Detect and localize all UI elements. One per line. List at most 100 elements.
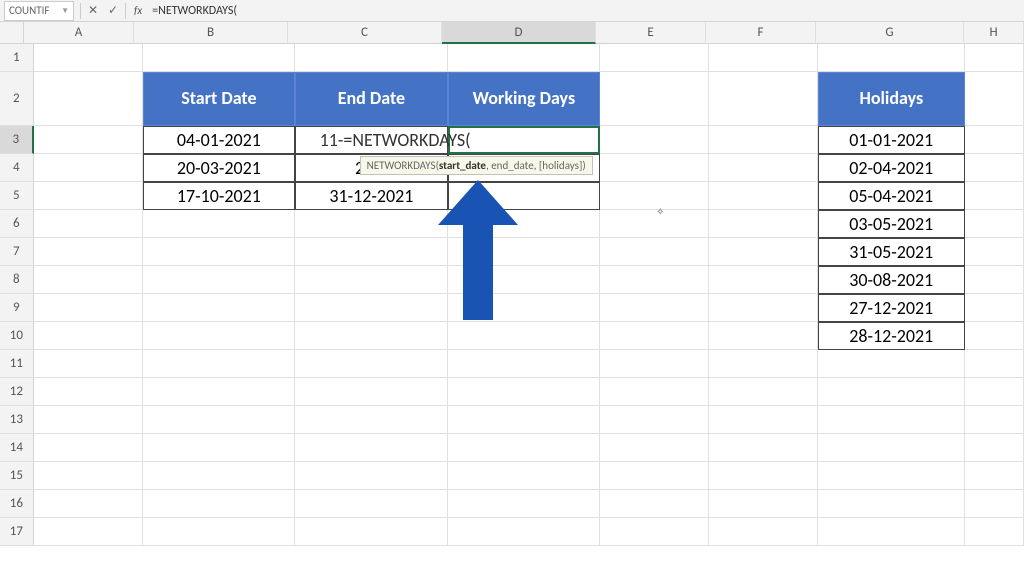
chevron-down-icon[interactable]: ▼ <box>61 6 69 16</box>
cell[interactable] <box>295 294 448 322</box>
cell[interactable] <box>143 322 296 350</box>
col-header-A[interactable]: A <box>24 22 134 44</box>
cell[interactable] <box>600 72 709 126</box>
row-header[interactable]: 8 <box>0 266 34 294</box>
row-header[interactable]: 3 <box>0 126 34 154</box>
cell[interactable] <box>818 434 965 462</box>
row-header[interactable]: 4 <box>0 154 34 182</box>
cell[interactable] <box>34 350 143 378</box>
row-header[interactable]: 6 <box>0 210 34 238</box>
cell[interactable] <box>34 210 143 238</box>
cell[interactable] <box>965 350 1024 378</box>
cell[interactable] <box>818 462 965 490</box>
header-working-days[interactable]: Working Days <box>448 72 601 126</box>
cell[interactable] <box>965 294 1024 322</box>
cell[interactable] <box>600 294 709 322</box>
cell[interactable] <box>709 322 818 350</box>
cell[interactable] <box>600 238 709 266</box>
cell[interactable] <box>34 378 143 406</box>
cell[interactable] <box>448 378 601 406</box>
row-header[interactable]: 14 <box>0 434 34 462</box>
cell[interactable] <box>965 518 1024 546</box>
cell[interactable] <box>34 72 143 126</box>
cell[interactable] <box>448 350 601 378</box>
cell[interactable] <box>34 518 143 546</box>
cell[interactable] <box>600 126 709 154</box>
cell-holiday[interactable]: 02-04-2021 <box>818 154 965 182</box>
cell[interactable] <box>965 154 1024 182</box>
cell-holiday[interactable]: 03-05-2021 <box>818 210 965 238</box>
cell[interactable] <box>295 462 448 490</box>
cell[interactable] <box>600 210 709 238</box>
cell[interactable] <box>295 238 448 266</box>
cell[interactable] <box>448 434 601 462</box>
cell[interactable] <box>709 44 818 72</box>
cell[interactable] <box>448 490 601 518</box>
cell[interactable] <box>600 462 709 490</box>
cell[interactable] <box>448 44 601 72</box>
cell[interactable] <box>709 406 818 434</box>
row-header[interactable]: 15 <box>0 462 34 490</box>
cell[interactable] <box>818 378 965 406</box>
cell[interactable] <box>143 210 296 238</box>
cell[interactable] <box>295 406 448 434</box>
cell[interactable] <box>709 462 818 490</box>
cell-holiday[interactable]: 28-12-2021 <box>818 322 965 350</box>
cell[interactable] <box>34 238 143 266</box>
cell[interactable] <box>143 266 296 294</box>
cell[interactable] <box>965 322 1024 350</box>
cell[interactable] <box>709 154 818 182</box>
cell[interactable] <box>295 518 448 546</box>
cell[interactable] <box>818 406 965 434</box>
header-end-date[interactable]: End Date <box>295 72 448 126</box>
col-header-C[interactable]: C <box>288 22 442 44</box>
cell[interactable] <box>965 72 1024 126</box>
cell[interactable] <box>709 210 818 238</box>
cell[interactable] <box>143 294 296 322</box>
cell[interactable] <box>600 350 709 378</box>
cell[interactable] <box>600 182 709 210</box>
cell[interactable] <box>34 266 143 294</box>
cell[interactable] <box>709 518 818 546</box>
row-header[interactable]: 16 <box>0 490 34 518</box>
cell-holiday[interactable]: 30-08-2021 <box>818 266 965 294</box>
name-box[interactable]: COUNTIF ▼ <box>4 1 74 21</box>
cell[interactable] <box>965 210 1024 238</box>
cell[interactable] <box>295 378 448 406</box>
row-header[interactable]: 13 <box>0 406 34 434</box>
cell[interactable] <box>34 294 143 322</box>
cell[interactable] <box>448 406 601 434</box>
cell[interactable] <box>600 266 709 294</box>
cell[interactable] <box>295 350 448 378</box>
row-header[interactable]: 5 <box>0 182 34 210</box>
cell[interactable] <box>143 406 296 434</box>
cell[interactable] <box>600 44 709 72</box>
cell[interactable] <box>448 462 601 490</box>
cell[interactable] <box>448 518 601 546</box>
row-header[interactable]: 7 <box>0 238 34 266</box>
cell[interactable] <box>709 238 818 266</box>
select-all-corner[interactable] <box>0 22 24 44</box>
row-header[interactable]: 1 <box>0 44 34 72</box>
cell[interactable] <box>965 462 1024 490</box>
row-header[interactable]: 17 <box>0 518 34 546</box>
cell[interactable] <box>965 378 1024 406</box>
cell[interactable] <box>965 126 1024 154</box>
cell[interactable] <box>143 490 296 518</box>
cell[interactable] <box>965 434 1024 462</box>
cell-end-date[interactable]: 31-12-2021 <box>295 182 448 210</box>
cell[interactable] <box>600 378 709 406</box>
cell[interactable] <box>600 518 709 546</box>
cell-holiday[interactable]: 27-12-2021 <box>818 294 965 322</box>
active-cell-editing[interactable]: 11-=NETWORKDAYS( NETWORKDAYS(start_date,… <box>448 126 601 154</box>
cell[interactable] <box>34 322 143 350</box>
cell[interactable] <box>143 462 296 490</box>
cell[interactable] <box>34 126 143 154</box>
cell[interactable] <box>34 490 143 518</box>
cell[interactable] <box>34 462 143 490</box>
cell[interactable] <box>34 154 143 182</box>
cell-holiday[interactable]: 05-04-2021 <box>818 182 965 210</box>
cell[interactable] <box>709 182 818 210</box>
cell[interactable] <box>965 490 1024 518</box>
cell[interactable] <box>295 490 448 518</box>
